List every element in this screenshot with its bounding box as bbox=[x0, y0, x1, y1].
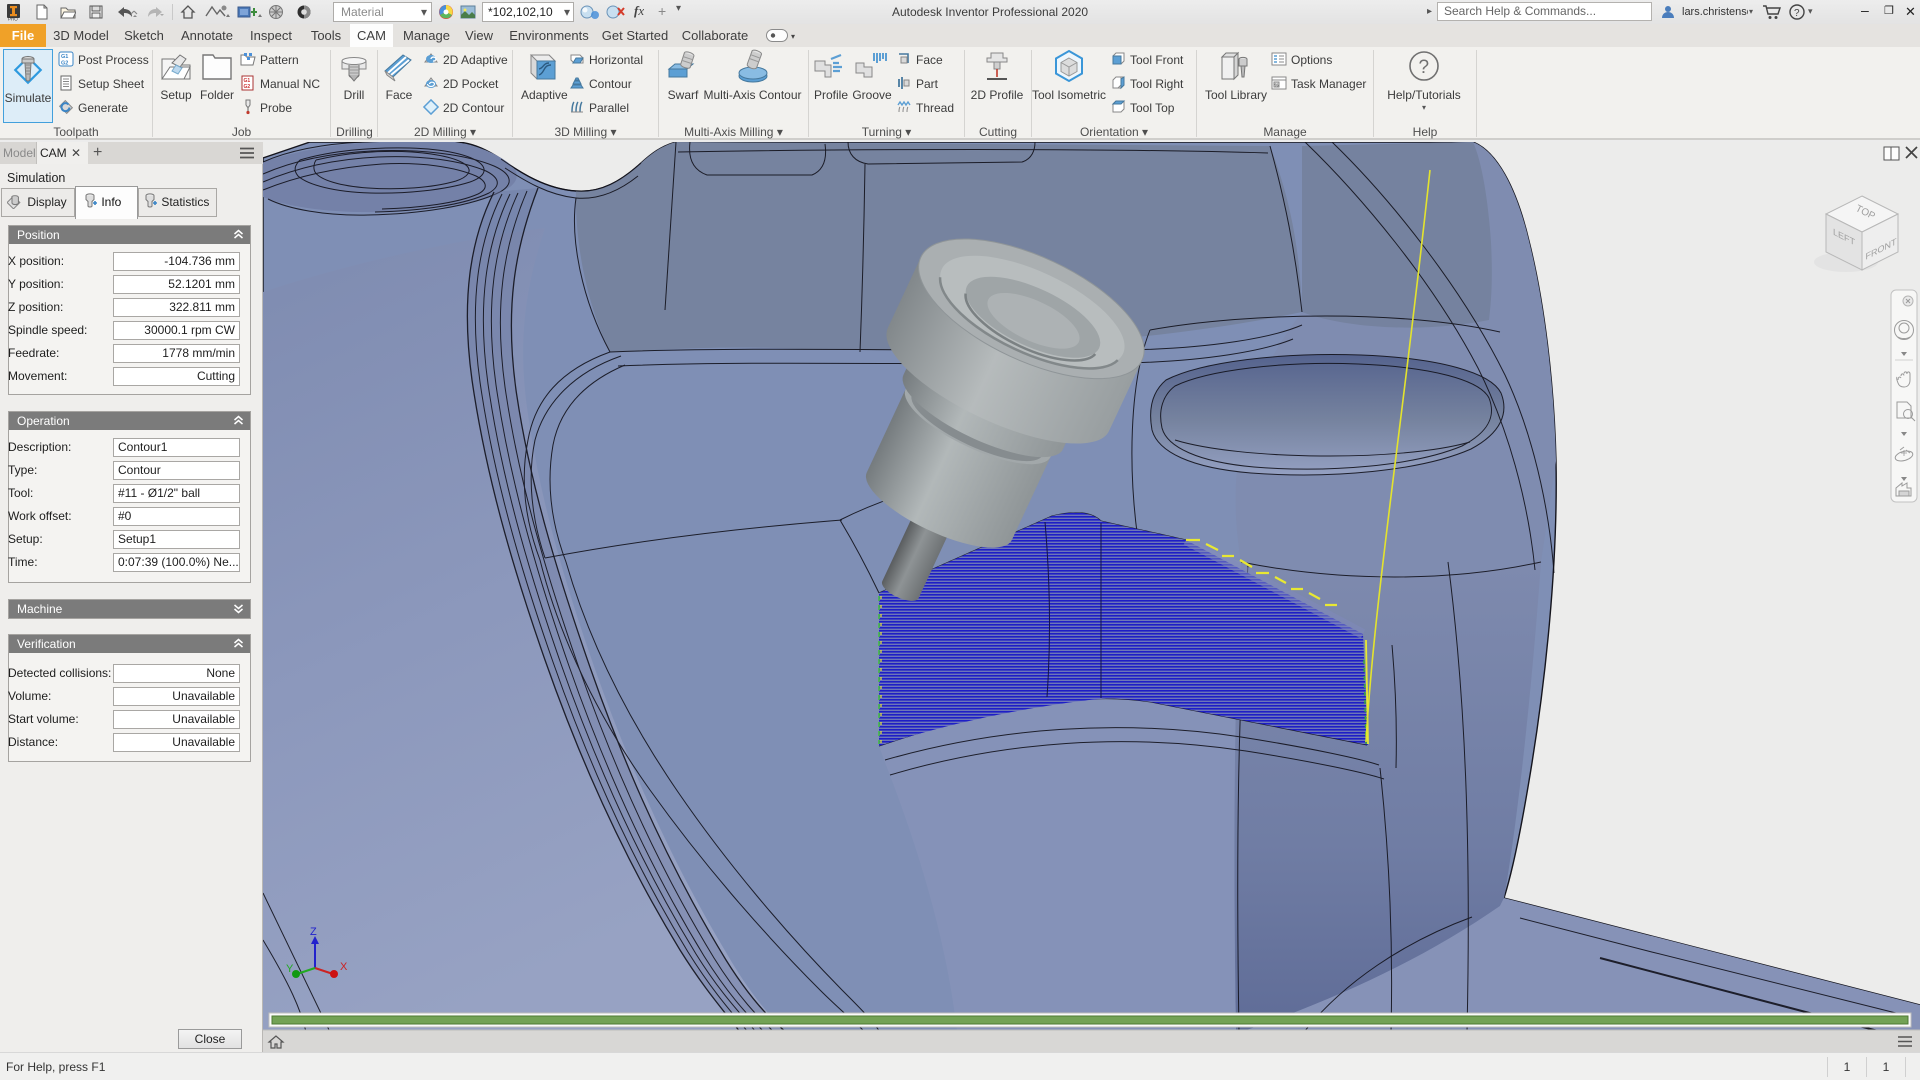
svg-text:Y: Y bbox=[286, 963, 294, 975]
svg-text:?: ? bbox=[1419, 57, 1430, 78]
svg-text:G1: G1 bbox=[61, 54, 68, 60]
svg-text:?: ? bbox=[1794, 8, 1800, 19]
svg-text:X: X bbox=[340, 961, 348, 973]
svg-text:PRO: PRO bbox=[8, 17, 18, 22]
svg-text:G2: G2 bbox=[244, 84, 251, 90]
svg-text:G2: G2 bbox=[61, 61, 68, 67]
svg-text:Z: Z bbox=[310, 926, 317, 938]
svg-text:%: % bbox=[1275, 83, 1279, 88]
